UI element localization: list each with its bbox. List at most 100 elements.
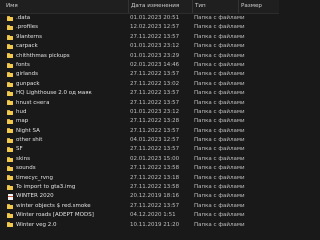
file-row[interactable]: other shit 04.01.2023 12:57 Папка с файлам… bbox=[0, 136, 279, 145]
file-date: 01.01.2023 23:29 bbox=[130, 52, 180, 59]
folder-icon bbox=[7, 222, 13, 228]
file-name: hud bbox=[16, 108, 27, 115]
file-name: Night SA bbox=[16, 127, 40, 134]
file-name: .data bbox=[16, 15, 31, 21]
file-row[interactable]: timecyc_rvng 27.11.2022 13:18 Папка с файл… bbox=[0, 174, 279, 183]
file-type: Папка с файлами bbox=[194, 90, 245, 97]
folder-icon bbox=[7, 43, 13, 49]
file-date: 27.11.2022 13:18 bbox=[130, 174, 180, 181]
file-date: 27.11.2022 13:57 bbox=[130, 33, 180, 40]
folder-icon bbox=[7, 81, 13, 87]
file-date: 27.11.2022 13:58 bbox=[130, 184, 180, 191]
folder-icon bbox=[7, 203, 13, 209]
column-header-date[interactable]: Дата изменения bbox=[128, 0, 192, 13]
file-date: 27.11.2022 13:57 bbox=[130, 99, 180, 106]
folder-icon bbox=[7, 166, 13, 172]
file-name: sounds bbox=[16, 165, 36, 172]
file-type: Папка с файлами bbox=[194, 155, 245, 162]
folder-icon bbox=[7, 53, 13, 59]
file-type: Папка с файлами bbox=[194, 146, 245, 153]
file-row[interactable]: HQ Lighthouse 2.0 од маяк 27.11.2022 13:5… bbox=[0, 89, 279, 98]
column-header-type[interactable]: Тип bbox=[192, 0, 238, 13]
file-row[interactable]: WINTER 2020 20.12.2019 18:16 Папка с файла… bbox=[0, 192, 279, 201]
file-type: Папка с файлами bbox=[194, 221, 245, 228]
file-type: Папка с файлами bbox=[194, 174, 245, 181]
file-date: 04.12.2020 1:51 bbox=[130, 212, 176, 219]
file-type: Папка с файлами bbox=[194, 80, 245, 87]
file-row[interactable]: fonts 02.01.2023 14:46 Папка с файлами bbox=[0, 61, 279, 70]
file-row[interactable]: skins 02.01.2023 15:00 Папка с файлами bbox=[0, 155, 279, 164]
file-name: hnust снега bbox=[16, 99, 50, 106]
file-row[interactable]: carpack 01.01.2023 23:12 Папка с файлами bbox=[0, 42, 279, 51]
folder-icon bbox=[7, 109, 13, 115]
folder-icon bbox=[7, 62, 13, 68]
rar-file-icon bbox=[7, 194, 13, 200]
file-date: 27.11.2022 13:28 bbox=[130, 118, 180, 125]
file-row[interactable]: gunpack 27.11.2022 13:02 Папка с файлами bbox=[0, 80, 279, 89]
file-name: gunpack bbox=[16, 80, 40, 87]
file-date: 01.01.2023 23:12 bbox=[130, 43, 180, 50]
file-row[interactable]: map 27.11.2022 13:28 Папка с файлами bbox=[0, 117, 279, 126]
file-row[interactable]: girlands 27.11.2022 13:57 Папка с файлами bbox=[0, 70, 279, 79]
folder-icon bbox=[7, 156, 13, 162]
file-name: .profiles bbox=[16, 24, 38, 31]
column-header-name[interactable]: Имя bbox=[4, 0, 128, 13]
file-row[interactable]: Winter roads [ADEPT MODS] 04.12.2020 1:51… bbox=[0, 211, 279, 220]
file-name: winter objects $ red.smoke bbox=[16, 202, 91, 209]
column-header-bar: Имя Дата изменения Тип Размер bbox=[0, 0, 279, 14]
file-row[interactable]: winter objects $ red.smoke 27.11.2022 13:… bbox=[0, 202, 279, 211]
file-row[interactable]: chiththmas pickups 01.01.2023 23:29 Папка … bbox=[0, 52, 279, 61]
file-type: Папка с файлами bbox=[194, 108, 245, 115]
file-row[interactable]: sounds 27.11.2022 13:58 Папка с файлами bbox=[0, 164, 279, 173]
file-row[interactable]: SF 27.11.2022 13:57 Папка с файлами bbox=[0, 145, 279, 154]
file-date: 01.01.2023 23:12 bbox=[130, 108, 180, 115]
file-name: HQ Lighthouse 2.0 од маяк bbox=[16, 90, 92, 97]
file-row[interactable]: hnust снега 27.11.2022 13:57 Папка с файла… bbox=[0, 99, 279, 108]
file-name: Winter veg 2.0 bbox=[16, 221, 57, 228]
file-name: chiththmas pickups bbox=[16, 52, 70, 59]
file-type: Папка с файлами bbox=[194, 33, 245, 40]
file-type: Папка с файлами bbox=[194, 212, 245, 219]
file-name: carpack bbox=[16, 43, 38, 50]
file-date: 27.11.2022 13:57 bbox=[130, 71, 180, 78]
folder-icon bbox=[7, 25, 13, 31]
folder-icon bbox=[7, 90, 13, 96]
file-type: Папка с файлами bbox=[194, 193, 245, 200]
file-row[interactable]: 9lanterns 27.11.2022 13:57 Папка с файлами bbox=[0, 33, 279, 42]
file-date: 01.01.2023 20:51 bbox=[130, 15, 180, 21]
file-date: 27.11.2022 13:57 bbox=[130, 202, 180, 209]
file-name: girlands bbox=[16, 71, 39, 78]
file-date: 02.01.2023 14:46 bbox=[130, 61, 180, 68]
file-date: 12.02.2023 12:57 bbox=[130, 24, 180, 31]
file-row[interactable]: Winter veg 2.0 10.11.2019 21:20 Папка с фа… bbox=[0, 221, 279, 230]
folder-icon bbox=[7, 119, 13, 125]
column-header-size[interactable]: Размер bbox=[238, 0, 279, 13]
file-type: Папка с файлами bbox=[194, 202, 245, 209]
folder-icon bbox=[7, 15, 13, 21]
file-type: Папка с файлами bbox=[194, 52, 245, 59]
file-date: 27.11.2022 13:58 bbox=[130, 165, 180, 172]
folder-icon bbox=[7, 72, 13, 78]
file-row[interactable]: Night SA 27.11.2022 13:57 Папка с файлами bbox=[0, 127, 279, 136]
folder-icon bbox=[7, 184, 13, 190]
file-row[interactable]: .data 01.01.2023 20:51 Папка с файлами bbox=[0, 14, 279, 23]
file-name: WINTER 2020 bbox=[16, 193, 54, 200]
file-type: Папка с файлами bbox=[194, 118, 245, 125]
file-type: Папка с файлами bbox=[194, 15, 245, 21]
file-name: fonts bbox=[16, 61, 30, 68]
file-type: Папка с файлами bbox=[194, 71, 245, 78]
file-name: timecyc_rvng bbox=[16, 174, 53, 181]
file-type: Папка с файлами bbox=[194, 165, 245, 172]
file-type: Папка с файлами bbox=[194, 43, 245, 50]
file-date: 04.01.2023 12:57 bbox=[130, 137, 180, 144]
file-row[interactable]: hud 01.01.2023 23:12 Папка с файлами bbox=[0, 108, 279, 117]
file-date: 27.11.2022 13:57 bbox=[130, 90, 180, 97]
file-date: 20.12.2019 18:16 bbox=[130, 193, 180, 200]
file-type: Папка с файлами bbox=[194, 127, 245, 134]
file-row[interactable]: To import to gta3.img 27.11.2022 13:58 Пап… bbox=[0, 183, 279, 192]
file-row[interactable]: .profiles 12.02.2023 12:57 Папка с файлами bbox=[0, 23, 279, 32]
file-type: Папка с файлами bbox=[194, 24, 245, 31]
file-name: map bbox=[16, 118, 29, 125]
folder-icon bbox=[7, 34, 13, 40]
file-type: Папка с файлами bbox=[194, 99, 245, 106]
